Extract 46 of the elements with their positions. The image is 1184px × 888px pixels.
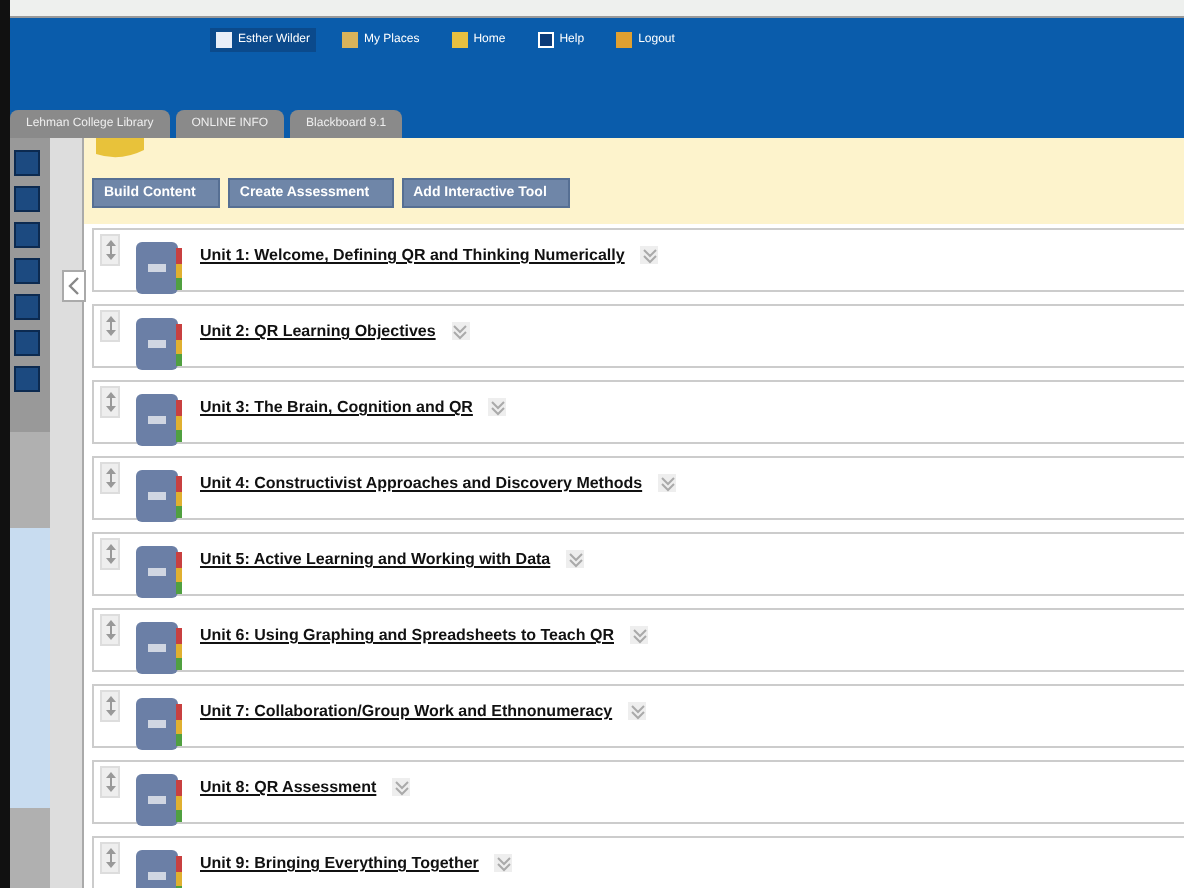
drag-handle-icon[interactable] <box>100 386 120 418</box>
book-icon <box>136 242 184 294</box>
drag-handle-icon[interactable] <box>100 614 120 646</box>
unit-link[interactable]: Unit 5: Active Learning and Working with Data <box>200 550 551 568</box>
book-icon <box>136 318 184 370</box>
unit-link[interactable]: Unit 4: Constructivist Approaches and Discovery Methods <box>200 474 643 492</box>
drag-handle-icon[interactable] <box>100 538 120 570</box>
unit-link[interactable]: Unit 2: QR Learning Objectives <box>200 322 436 340</box>
book-icon <box>136 470 184 522</box>
book-icon <box>136 774 184 826</box>
drag-handle-icon[interactable] <box>100 842 120 874</box>
menu-square-icon[interactable] <box>14 186 40 212</box>
drag-handle-icon[interactable] <box>100 690 120 722</box>
unit-link[interactable]: Unit 1: Welcome, Defining QR and Thinking Numerically <box>200 246 625 264</box>
menu-square-icon[interactable] <box>14 294 40 320</box>
book-icon <box>136 850 184 888</box>
help-icon <box>537 32 554 48</box>
drag-handle-icon[interactable] <box>100 766 120 798</box>
chevron-icon[interactable] <box>628 702 647 720</box>
menu-square-icon[interactable] <box>14 366 40 392</box>
book-icon <box>136 622 184 674</box>
chevron-icon[interactable] <box>630 626 648 644</box>
chevron-icon[interactable] <box>658 474 677 492</box>
book-icon <box>136 546 184 598</box>
chevron-icon[interactable] <box>392 778 411 796</box>
collapse-icon[interactable] <box>62 270 86 302</box>
menu-square-icon[interactable] <box>14 258 40 284</box>
chevron-icon[interactable] <box>451 322 470 340</box>
unit-link[interactable]: Unit 3: The Brain, Cognition and QR <box>200 398 473 416</box>
unit-link[interactable]: Unit 8: QR Assessment <box>200 778 377 796</box>
unit-link[interactable]: Unit 9: Bringing Everything Together <box>200 854 479 872</box>
chevron-icon[interactable] <box>566 550 585 568</box>
menu-square-icon[interactable] <box>14 222 40 248</box>
address-bar[interactable] <box>10 0 1184 18</box>
menu-square-icon[interactable] <box>14 150 40 176</box>
chevron-icon[interactable] <box>640 246 659 264</box>
drag-handle-icon[interactable] <box>100 310 120 342</box>
menu-square-icon[interactable] <box>14 330 40 356</box>
book-icon <box>136 394 184 446</box>
book-icon <box>136 698 184 750</box>
chevron-icon[interactable] <box>488 398 507 416</box>
unit-link[interactable]: Unit 6: Using Graphing and Spreadsheets to Teach QR <box>200 626 614 644</box>
drag-handle-icon[interactable] <box>100 234 120 266</box>
chevron-icon[interactable] <box>494 854 513 872</box>
drag-handle-icon[interactable] <box>100 462 120 494</box>
unit-link[interactable]: Unit 7: Collaboration/Group Work and Ethnonumeracy <box>200 702 613 720</box>
